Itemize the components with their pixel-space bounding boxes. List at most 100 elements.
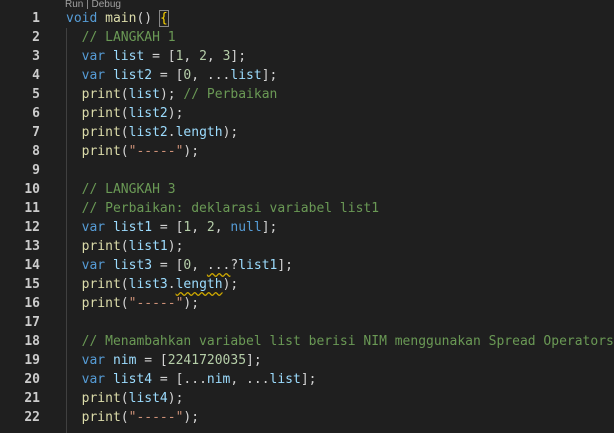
line-number: 1 (32, 11, 40, 26)
code-line-5[interactable]: 5 print(list); // Perbaikan (0, 85, 614, 104)
code-line-20[interactable]: 20 var list4 = [...nim, ...list]; (0, 370, 614, 389)
code-token: print (81, 87, 121, 102)
code-token: ]; (261, 220, 278, 235)
code-line-4[interactable]: 4 var list2 = [0, ...list]; (0, 66, 614, 85)
code-token: print (81, 239, 121, 254)
code-token: list4 (128, 391, 168, 406)
line-code: var list1 = [1, 2, null]; (66, 218, 278, 237)
code-token: ); (222, 277, 239, 292)
code-line-8[interactable]: 8 print("-----"); (0, 142, 614, 161)
line-code: var list = [1, 2, 3]; (66, 47, 246, 66)
line-code: var list4 = [...nim, ...list]; (66, 370, 317, 389)
code-line-21[interactable]: 21 print(list4); (0, 389, 614, 408)
code-line-16[interactable]: 16 print("-----"); (0, 294, 614, 313)
code-token: , (206, 49, 223, 64)
code-token: // Perbaikan: deklarasi variabel list1 (66, 201, 380, 216)
code-token: ( (120, 87, 129, 102)
code-token: ( (120, 125, 129, 140)
code-token: = [ (136, 353, 168, 368)
code-token: . (167, 125, 176, 140)
code-line-10[interactable]: 10 // LANGKAH 3 (0, 180, 614, 199)
code-token: ( (120, 106, 129, 121)
line-number: 22 (24, 410, 40, 425)
code-token: = [... (152, 372, 207, 387)
line-code: // LANGKAH 1 (66, 28, 176, 47)
code-line-2[interactable]: 2 // LANGKAH 1 (0, 28, 614, 47)
code-token: var (81, 49, 106, 64)
code-line-13[interactable]: 13 print(list1); (0, 237, 614, 256)
code-token: var (81, 353, 106, 368)
code-token: "-----" (128, 296, 184, 311)
code-line-1[interactable]: 1 void main() { (0, 9, 614, 28)
code-token: nim (206, 372, 231, 387)
code-token: ... (206, 258, 231, 273)
line-number: 13 (24, 239, 40, 254)
code-line-19[interactable]: 19 var nim = [2241720035]; (0, 351, 614, 370)
code-line-14[interactable]: 14 var list3 = [0, ...?list1]; (0, 256, 614, 275)
code-token: length (175, 125, 223, 140)
line-code: var nim = [2241720035]; (66, 351, 262, 370)
code-token: var (81, 372, 106, 387)
line-number: 21 (24, 391, 40, 406)
code-line-18[interactable]: 18 // Menambahkan variabel list berisi N… (0, 332, 614, 351)
line-number: 15 (24, 277, 40, 292)
code-line-6[interactable]: 6 print(list2); (0, 104, 614, 123)
code-line-3[interactable]: 3 var list = [1, 2, 3]; (0, 47, 614, 66)
line-number: 16 (24, 296, 40, 311)
line-code: print(list2); (66, 104, 184, 123)
code-line-15[interactable]: 15 print(list3.length); (0, 275, 614, 294)
code-token: ); (167, 106, 184, 121)
line-code: // Perbaikan: deklarasi variabel list1 (66, 199, 379, 218)
code-token: list4 (112, 372, 153, 387)
code-line-11[interactable]: 11 // Perbaikan: deklarasi variabel list… (0, 199, 614, 218)
code-lines: 1 void main() {2 // LANGKAH 13 var list =… (0, 9, 614, 427)
code-token: ); (222, 125, 239, 140)
line-number: 2 (32, 30, 40, 45)
code-token: print (81, 106, 121, 121)
code-line-22[interactable]: 22 print("-----"); (0, 408, 614, 427)
code-token: list (112, 49, 145, 64)
code-token: , ... (230, 372, 270, 387)
code-token: print (81, 125, 121, 140)
code-editor[interactable]: Run | Debug 1 void main() {2 // LANGKAH 1… (0, 0, 614, 433)
line-number: 18 (24, 334, 40, 349)
code-token: , (183, 49, 200, 64)
code-token: // LANGKAH 3 (66, 182, 176, 197)
code-token: var (81, 68, 106, 83)
code-token: ]; (246, 353, 262, 368)
code-token: list3 (112, 258, 153, 273)
code-token: , (191, 258, 207, 273)
code-token: ); (159, 87, 184, 102)
code-line-17[interactable]: 17 (0, 313, 614, 332)
code-token: { (158, 10, 169, 27)
code-token: null (230, 220, 262, 235)
line-code: void main() { (66, 9, 169, 28)
line-code: // LANGKAH 3 (66, 180, 176, 199)
code-token: ( (120, 277, 129, 292)
code-token: "-----" (128, 410, 184, 425)
code-line-7[interactable]: 7 print(list2.length); (0, 123, 614, 142)
code-token: var (81, 220, 106, 235)
line-number: 20 (24, 372, 40, 387)
line-code: var list2 = [0, ...list]; (66, 66, 278, 85)
code-token: ( (120, 410, 129, 425)
code-token: 2 (206, 220, 215, 235)
code-line-12[interactable]: 12 var list1 = [1, 2, null]; (0, 218, 614, 237)
code-token: list (128, 87, 160, 102)
code-line-9[interactable]: 9 (0, 161, 614, 180)
line-code: print(list); // Perbaikan (66, 85, 278, 104)
code-token: ); (183, 296, 200, 311)
